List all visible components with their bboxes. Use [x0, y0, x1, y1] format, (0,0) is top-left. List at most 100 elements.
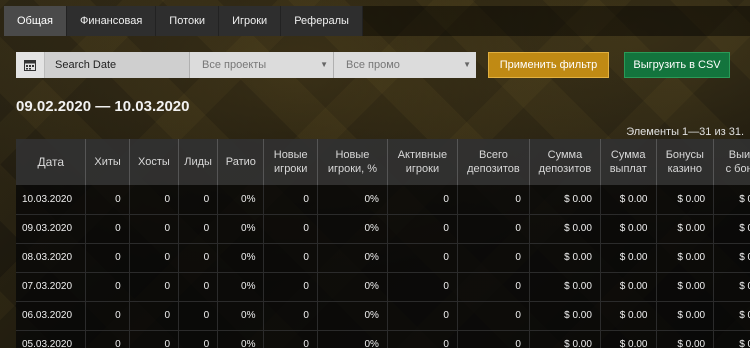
column-header-label: Лиды: [184, 156, 212, 168]
table-cell: $ 0.00: [713, 185, 750, 215]
column-header-label: игроки: [274, 163, 308, 175]
table-cell: 0: [457, 272, 530, 302]
table-cell: 0: [457, 185, 530, 215]
table-cell: 0: [263, 330, 318, 348]
table-cell: 0: [129, 243, 180, 273]
date-cell: 08.03.2020: [16, 243, 87, 273]
table-row: 06.03.2020 0 0 0 0% 0 0% 0 0 $ 0.00 $ 0.00 $ 0.00 $ …: [16, 301, 750, 331]
table-cell: 0: [263, 243, 318, 273]
column-header-label: Новые: [335, 149, 370, 161]
table-cell: 0: [178, 185, 219, 215]
table-cell: $ 0.00: [713, 301, 750, 331]
table-cell: $ 0.00: [713, 272, 750, 302]
tab-general[interactable]: Общая: [4, 6, 67, 36]
apply-filter-button[interactable]: Применить фильтр: [488, 52, 609, 78]
tab-streams[interactable]: Потоки: [156, 6, 220, 36]
table-cell: 0%: [217, 301, 265, 331]
table-cell: $ 0.00: [656, 272, 715, 302]
table-row: 07.03.2020 0 0 0 0% 0 0% 0 0 $ 0.00 $ 0.00 $ 0.00 $ …: [16, 272, 750, 302]
promo-select-value: Все промо: [346, 59, 400, 71]
table-header-row: Дата Хиты Хосты Лиды Ратио Новые игроки Новые иг…: [16, 139, 750, 185]
column-header[interactable]: Лиды: [178, 139, 219, 185]
column-header-label: Новые: [273, 149, 308, 161]
table-cell: $ 0.00: [600, 301, 657, 331]
table-cell: $ 0.00: [529, 185, 601, 215]
column-header[interactable]: Активные игроки: [387, 139, 458, 185]
table-cell: 0: [129, 301, 180, 331]
table-cell: $ 0.00: [656, 185, 715, 215]
table-cell: $ 0.00: [600, 214, 657, 244]
column-header[interactable]: Ратио: [217, 139, 265, 185]
column-header-label: казино: [667, 163, 703, 175]
projects-select[interactable]: Все проекты ▼: [189, 52, 333, 78]
elements-count: Элементы 1—31 из 31.: [626, 126, 744, 138]
table-cell: 0: [457, 243, 530, 273]
date-cell: 06.03.2020: [16, 301, 87, 331]
filter-bar: Search Date Все проекты ▼ Все промо ▼: [16, 52, 476, 78]
table-cell: $ 0.00: [529, 243, 601, 273]
table-cell: 0: [387, 272, 458, 302]
table-cell: 0: [85, 243, 130, 273]
table-cell: 0%: [217, 272, 265, 302]
date-cell: 07.03.2020: [16, 272, 87, 302]
table-cell: 0: [387, 243, 458, 273]
tab-bar: Общая Финансовая Потоки Игроки Рефералы: [4, 6, 363, 36]
date-cell: 09.03.2020: [16, 214, 87, 244]
stats-table: Дата Хиты Хосты Лиды Ратио Новые игроки Новые иг…: [16, 139, 750, 348]
column-header[interactable]: Дата: [16, 139, 87, 185]
column-header[interactable]: Хосты: [129, 139, 180, 185]
projects-select-value: Все проекты: [202, 59, 267, 71]
column-header-label: Хиты: [94, 156, 121, 168]
table-cell: 0: [387, 330, 458, 348]
column-header[interactable]: Новые игроки: [263, 139, 318, 185]
table-cell: 0%: [317, 301, 388, 331]
table-cell: 0%: [317, 185, 388, 215]
column-header[interactable]: Сумма выплат: [600, 139, 657, 185]
table-cell: 0: [263, 301, 318, 331]
column-header-label: Хосты: [137, 156, 170, 168]
table-cell: 0: [457, 214, 530, 244]
table-cell: $ 0.00: [529, 272, 601, 302]
table-cell: 0: [129, 272, 180, 302]
column-header-label: игроки: [405, 163, 440, 175]
table-row: 09.03.2020 0 0 0 0% 0 0% 0 0 $ 0.00 $ 0.00 $ 0.00 $ …: [16, 214, 750, 244]
column-header-label: Сумма: [547, 149, 583, 161]
table-cell: $ 0.00: [600, 185, 657, 215]
table-cell: 0: [387, 214, 458, 244]
column-header[interactable]: Выигр с бонус: [713, 139, 750, 185]
export-csv-button[interactable]: Выгрузить в CSV: [624, 52, 730, 78]
calendar-icon[interactable]: [16, 52, 45, 78]
table-cell: 0%: [217, 214, 265, 244]
table-cell: 0: [129, 214, 180, 244]
table-cell: 0%: [217, 330, 265, 348]
column-header-label: Дата: [37, 155, 65, 169]
table-cell: 0: [263, 214, 318, 244]
promo-select[interactable]: Все промо ▼: [333, 52, 476, 78]
column-header[interactable]: Бонусы казино: [656, 139, 715, 185]
date-range-title: 09.02.2020 — 10.03.2020: [16, 98, 190, 115]
column-header[interactable]: Хиты: [85, 139, 130, 185]
table-cell: 0: [457, 330, 530, 348]
table-cell: $ 0.00: [656, 301, 715, 331]
table-cell: 0: [129, 330, 180, 348]
table-cell: $ 0.00: [529, 330, 601, 348]
table-cell: 0: [263, 185, 318, 215]
table-row: 05.03.2020 0 0 0 0% 0 0% 0 0 $ 0.00 $ 0.00 $ 0.00 $ …: [16, 330, 750, 348]
tab-players[interactable]: Игроки: [219, 6, 282, 36]
column-header-label: с бонус: [725, 163, 750, 175]
column-header[interactable]: Сумма депозитов: [529, 139, 601, 185]
column-header-label: депозитов: [538, 163, 592, 175]
column-header[interactable]: Новые игроки, %: [317, 139, 388, 185]
table-cell: $ 0.00: [713, 214, 750, 244]
column-header-label: Выигр: [728, 149, 750, 161]
date-cell: 05.03.2020: [16, 330, 87, 348]
table-cell: 0: [178, 272, 219, 302]
tab-referrals[interactable]: Рефералы: [281, 6, 363, 36]
table-cell: $ 0.00: [656, 243, 715, 273]
date-search-input[interactable]: Search Date: [45, 52, 189, 78]
table-cell: $ 0.00: [656, 330, 715, 348]
table-cell: $ 0.00: [600, 272, 657, 302]
column-header[interactable]: Всего депозитов: [457, 139, 530, 185]
table-cell: $ 0.00: [600, 330, 657, 348]
tab-financial[interactable]: Финансовая: [66, 6, 157, 36]
